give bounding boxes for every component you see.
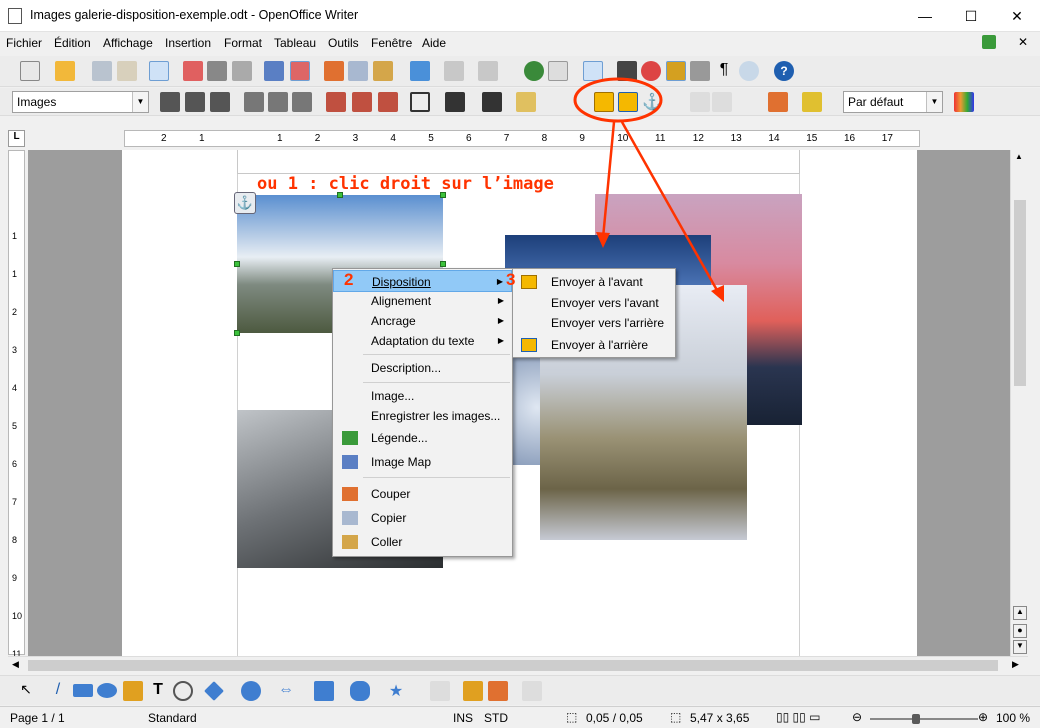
arrow-line (620, 121, 720, 293)
highlight-ellipse (573, 77, 663, 123)
arrow-head (711, 285, 724, 302)
arrow-head (596, 232, 610, 248)
arrow-line (601, 121, 616, 239)
annotation-overlay (573, 77, 724, 302)
